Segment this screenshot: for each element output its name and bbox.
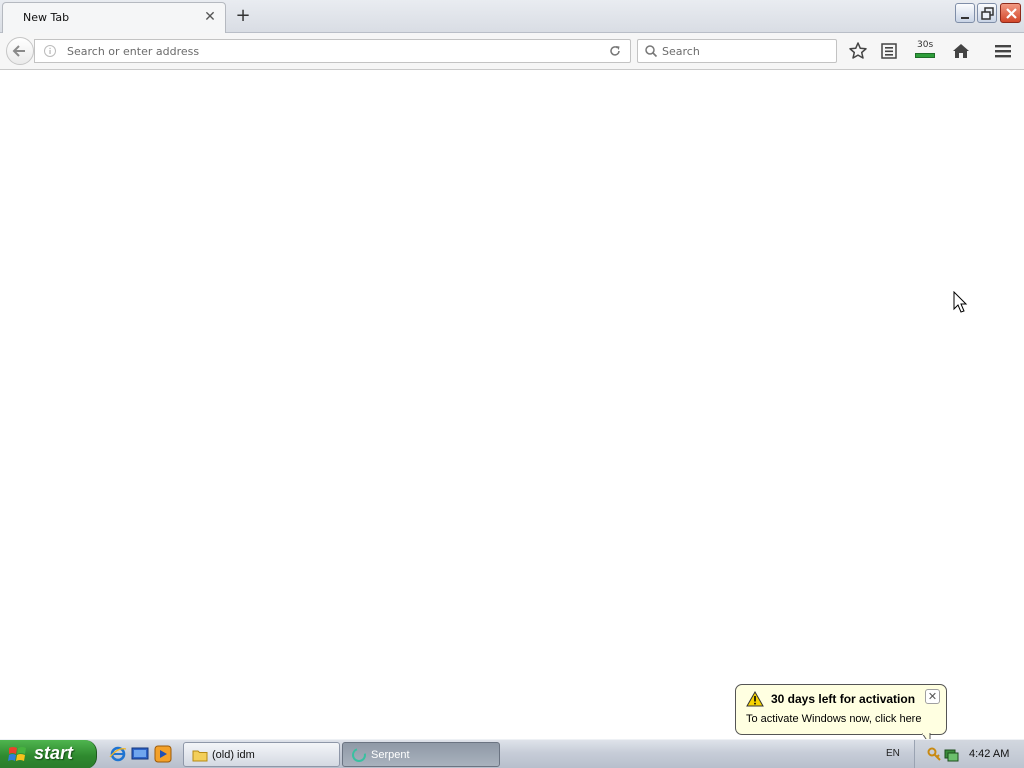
window-close-button[interactable] — [1000, 3, 1021, 23]
search-bar[interactable] — [637, 39, 837, 63]
notification-message[interactable]: To activate Windows now, click here — [746, 713, 921, 725]
address-input[interactable] — [67, 43, 587, 59]
navigation-toolbar: 30s — [0, 33, 1024, 70]
media-player-icon[interactable] — [154, 745, 172, 763]
start-button[interactable]: start — [0, 740, 97, 768]
minimize-button[interactable] — [955, 3, 975, 23]
back-arrow-icon — [12, 45, 25, 57]
folder-icon — [192, 750, 208, 762]
close-icon[interactable]: ✕ — [203, 9, 217, 25]
search-icon — [645, 45, 658, 58]
tab-strip: New Tab ✕ + — [0, 0, 1024, 33]
search-input[interactable] — [662, 43, 828, 59]
notification-title: 30 days left for activation — [771, 692, 916, 706]
star-icon[interactable] — [848, 41, 868, 61]
tab-title: New Tab — [23, 11, 70, 24]
info-icon[interactable] — [43, 44, 57, 58]
clock[interactable]: 4:42 AM — [969, 748, 1009, 760]
network-icon[interactable] — [943, 746, 959, 762]
timer-addon-button[interactable]: 30s — [913, 40, 937, 61]
task-label: (old) idm — [212, 749, 255, 761]
reading-list-icon[interactable] — [879, 41, 899, 61]
language-indicator[interactable]: EN — [886, 748, 900, 759]
plus-icon[interactable]: + — [232, 4, 254, 28]
home-icon[interactable] — [951, 41, 971, 61]
timer-progress-bar — [915, 53, 935, 58]
windows-logo-icon — [8, 747, 26, 761]
restore-button[interactable] — [977, 3, 997, 23]
tab-new-tab[interactable]: New Tab ✕ — [2, 2, 226, 33]
timer-label: 30s — [917, 40, 934, 50]
activation-key-icon[interactable] — [926, 746, 942, 762]
close-icon — [1006, 8, 1017, 19]
mouse-cursor-icon — [953, 291, 968, 313]
serpent-browser-icon — [352, 748, 366, 762]
taskbar-task-serpent[interactable]: Serpent — [342, 742, 500, 767]
system-tray: 4:42 AM — [914, 740, 1024, 768]
activation-notification[interactable]: 30 days left for activation To activate … — [735, 684, 947, 735]
restore-icon — [981, 7, 994, 20]
start-label: start — [34, 743, 74, 763]
warning-icon — [746, 691, 764, 707]
taskbar: start (old) idm Serpent EN 4:42 AM — [0, 739, 1024, 768]
page-content[interactable] — [0, 71, 1024, 739]
hamburger-menu-icon[interactable] — [993, 41, 1013, 61]
address-bar[interactable] — [34, 39, 631, 63]
internet-explorer-icon[interactable] — [109, 745, 127, 763]
taskbar-task-idm[interactable]: (old) idm — [183, 742, 340, 767]
back-button[interactable] — [6, 37, 34, 65]
close-icon[interactable]: ✕ — [925, 689, 940, 704]
task-label: Serpent — [371, 749, 410, 761]
show-desktop-icon[interactable] — [131, 745, 149, 763]
reload-icon[interactable] — [608, 44, 622, 58]
minimize-icon — [961, 17, 969, 19]
